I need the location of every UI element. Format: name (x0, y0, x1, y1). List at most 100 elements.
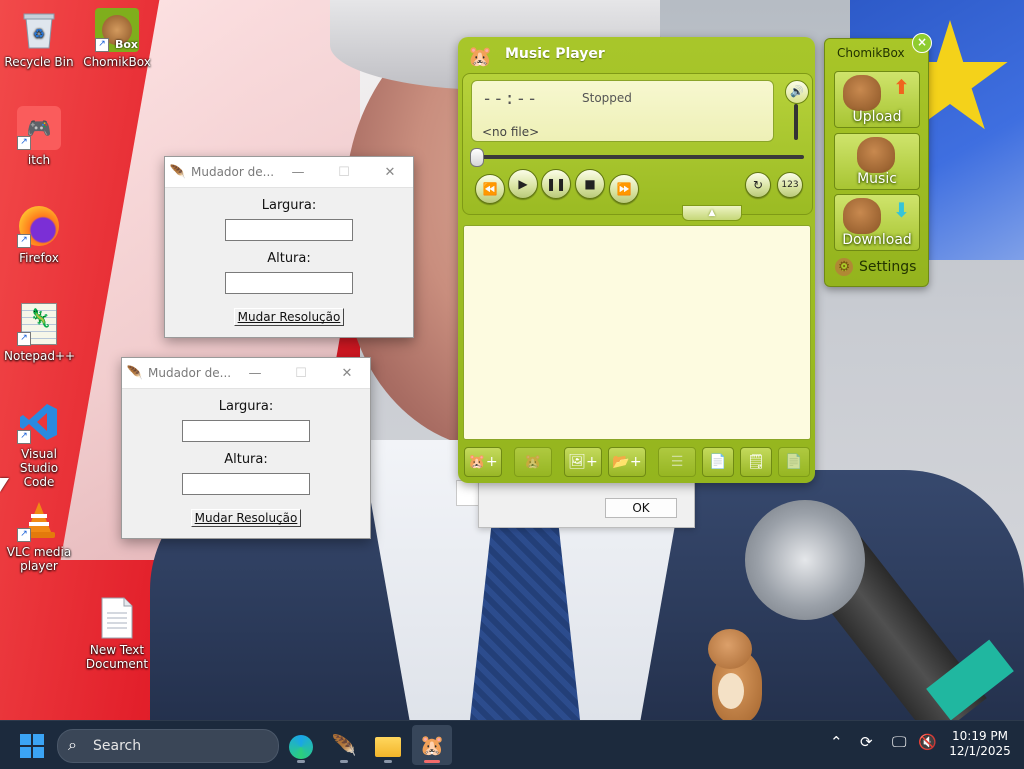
volume-muted-icon[interactable]: 🔇 (918, 733, 937, 751)
shortcut-arrow-icon: ↗ (17, 430, 31, 444)
shuffle-button[interactable]: 123 (777, 172, 803, 198)
music-player-title: Music Player (505, 46, 605, 62)
seek-bar[interactable] (470, 148, 804, 167)
close-button[interactable]: ✕ (367, 165, 413, 180)
title-bar[interactable]: 🪶 Mudador de... — ☐ ✕ (122, 358, 370, 389)
itch-icon: 🎮 ↗ (17, 106, 61, 150)
folder-icon (375, 736, 401, 757)
stop-button[interactable]: ■ (575, 169, 605, 199)
pause-button[interactable]: ❚❚ (541, 169, 571, 199)
width-label: Largura: (261, 198, 317, 213)
load-playlist-icon: 📄 (785, 454, 803, 470)
maximize-button[interactable]: ☐ (278, 366, 324, 381)
settings-button[interactable]: ⚙ Settings (835, 258, 916, 276)
height-label: Altura: (267, 251, 311, 266)
hamster-logo-icon: 🐹 (467, 44, 493, 68)
taskbar-chomikbox[interactable]: 🐹 (412, 725, 452, 765)
play-button[interactable]: ▶ (508, 169, 538, 199)
text-document-icon (95, 596, 139, 640)
clock-date: 12/1/2025 (949, 744, 1011, 758)
start-button[interactable] (20, 734, 44, 758)
system-clock[interactable]: 10:19 PM 12/1/2025 (940, 729, 1020, 759)
width-input[interactable] (182, 420, 310, 442)
search-box[interactable]: ⌕ (57, 729, 279, 763)
notepad-plus-plus-icon: 🦎 ↗ (17, 302, 61, 346)
hamster-icon (843, 75, 881, 111)
search-input[interactable] (93, 738, 263, 754)
repeat-button[interactable]: ↻ (745, 172, 771, 198)
feather-icon: 🪶 (331, 733, 357, 757)
add-folder-icon: 🖼+ (568, 454, 598, 470)
playlist-area[interactable] (463, 225, 811, 440)
remove-button[interactable]: 🐹 (514, 447, 552, 477)
minimize-button[interactable]: — (232, 366, 278, 381)
desktop-icon-chomikbox[interactable]: Box ↗ ChomikBox (82, 8, 152, 69)
desktop-icon-recycle-bin[interactable]: ♻ Recycle Bin (4, 8, 74, 69)
change-resolution-button[interactable]: Mudar Resolução (233, 308, 345, 326)
music-button[interactable]: Music (834, 133, 920, 190)
close-icon[interactable]: × (912, 33, 932, 53)
desktop-icon-label: Firefox (19, 251, 59, 265)
feather-icon: 🪶 (126, 365, 144, 381)
music-player-window[interactable]: 🐹 Music Player --:-- Stopped <no file> 🔊… (458, 37, 815, 483)
desktop-icon-new-text-document[interactable]: New Text Document (82, 596, 152, 671)
desktop-icon-label: Recycle Bin (4, 55, 74, 69)
load-playlist-button[interactable]: 📄 (778, 447, 810, 477)
chomikbox-title: ChomikBox (837, 46, 905, 60)
width-label: Largura: (218, 399, 274, 414)
sync-alert-icon[interactable]: ⟳ (860, 733, 873, 751)
collapse-button[interactable]: ▲ (682, 205, 742, 221)
desktop-icon-vscode[interactable]: ↗ Visual Studio Code (4, 400, 74, 489)
resolution-changer-window-1[interactable]: 🪶 Mudador de... — ☐ ✕ Largura: Altura: M… (164, 156, 414, 338)
wallpaper-microphone (745, 500, 865, 620)
title-bar[interactable]: 🪶 Mudador de... — ☐ ✕ (165, 157, 413, 188)
fast-forward-button[interactable]: ⏩ (609, 174, 639, 204)
upload-button[interactable]: ⬆ Upload (834, 71, 920, 128)
desktop-icon-notepad-plus-plus[interactable]: 🦎 ↗ Notepad++ (4, 302, 75, 363)
resolution-changer-window-2[interactable]: 🪶 Mudador de... — ☐ ✕ Largura: Altura: M… (121, 357, 371, 539)
clear-list-button[interactable]: ☰ (658, 447, 696, 477)
repeat-icon: ↻ (752, 178, 764, 192)
player-controls-panel: --:-- Stopped <no file> 🔊 ⏪ ▶ ❚❚ ■ ⏩ ↻ 1… (462, 73, 813, 215)
clock-time: 10:19 PM (952, 729, 1008, 743)
taskbar-tkinter[interactable]: 🪶 (324, 725, 364, 765)
close-button[interactable]: ✕ (324, 366, 370, 381)
volume-slider[interactable] (794, 104, 798, 140)
message-dialog[interactable]: OK (478, 478, 695, 528)
fast-forward-icon: ⏩ (616, 182, 632, 196)
time-readout: --:-- (482, 89, 539, 109)
desktop-icon-itch[interactable]: 🎮 ↗ itch (4, 106, 74, 167)
add-file-button[interactable]: 🐹+ (464, 447, 502, 477)
hamster-mascot[interactable] (706, 625, 766, 725)
chomikbox-panel[interactable]: ChomikBox × ⬆ Upload Music ⬇ Download ⚙ … (824, 33, 932, 287)
minimize-button[interactable]: — (275, 165, 321, 180)
taskbar-edge[interactable] (281, 725, 321, 765)
rewind-button[interactable]: ⏪ (475, 174, 505, 204)
music-player-title-bar[interactable]: 🐹 Music Player (458, 37, 815, 71)
chevron-up-icon: ▲ (708, 208, 716, 218)
shortcut-arrow-icon: ↗ (17, 332, 31, 346)
taskbar-file-explorer[interactable] (368, 725, 408, 765)
desktop-icon-firefox[interactable]: ↗ Firefox (4, 204, 74, 265)
settings-label: Settings (859, 259, 917, 275)
maximize-button[interactable]: ☐ (321, 165, 367, 180)
desktop-icon-vlc[interactable]: ↗ VLC media player (4, 498, 74, 573)
save-playlist-button[interactable]: 🗒 (740, 447, 772, 477)
open-folder-button[interactable]: 📂+ (608, 447, 646, 477)
vscode-icon: ↗ (17, 400, 61, 444)
height-input[interactable] (182, 473, 310, 495)
download-button[interactable]: ⬇ Download (834, 194, 920, 251)
shortcut-arrow-icon: ↗ (17, 528, 31, 542)
hamster-icon (843, 198, 881, 234)
download-arrow-icon: ⬇ (893, 198, 910, 222)
height-input[interactable] (225, 272, 353, 294)
network-icon[interactable]: 🖵 (892, 733, 906, 751)
volume-icon[interactable]: 🔊 (785, 80, 809, 104)
seek-knob[interactable] (470, 148, 484, 167)
new-playlist-button[interactable]: 📄 (702, 447, 734, 477)
chevron-up-icon[interactable]: ⌃ (830, 733, 843, 751)
add-folder-button[interactable]: 🖼+ (564, 447, 602, 477)
width-input[interactable] (225, 219, 353, 241)
ok-button[interactable]: OK (605, 498, 677, 518)
change-resolution-button[interactable]: Mudar Resolução (190, 509, 302, 527)
